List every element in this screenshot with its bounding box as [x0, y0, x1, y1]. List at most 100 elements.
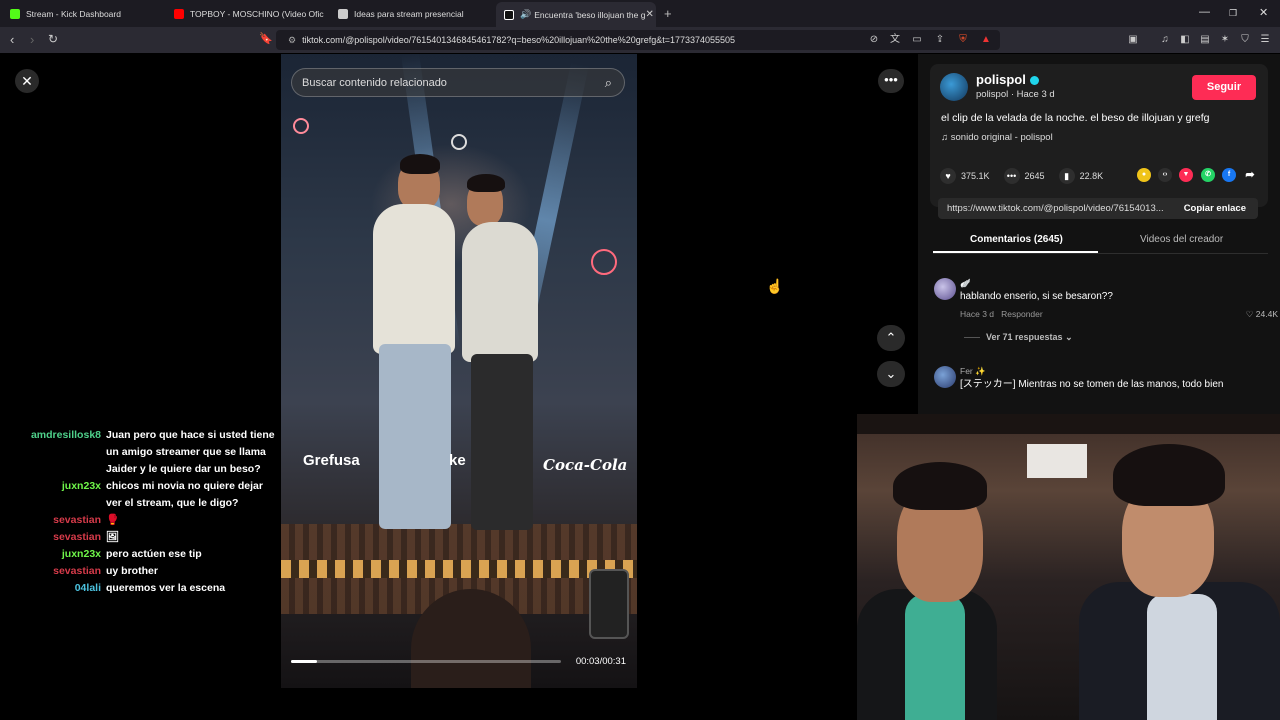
commenter-name[interactable]: Fer ✨	[960, 366, 986, 377]
search-icon[interactable]: ⌕	[605, 75, 612, 91]
creator-username-text: polispol	[976, 72, 1026, 87]
translate-icon[interactable]: 文	[889, 34, 901, 46]
next-video-button[interactable]: ⌄	[877, 361, 905, 387]
site-settings-icon[interactable]: ⚙	[288, 35, 296, 46]
close-video-button[interactable]: ✕	[15, 69, 39, 93]
creator-avatar[interactable]	[940, 73, 968, 101]
tab-comments[interactable]: Comentarios (2645)	[970, 234, 1063, 245]
reload-icon[interactable]: ↻	[48, 32, 58, 46]
tab-divider	[933, 253, 1268, 254]
comment-meta: Hace 3 d Responder	[960, 309, 1043, 319]
creator-username[interactable]: polispol	[976, 72, 1039, 87]
comment-button[interactable]: ••• 2645	[1003, 168, 1045, 184]
related-search-placeholder: Buscar contenido relacionado	[302, 76, 447, 89]
chat-username: sevastian	[53, 514, 101, 526]
commenter-avatar[interactable]	[934, 278, 956, 300]
like-count: 375.1K	[961, 171, 990, 181]
streamer-right-hair	[1113, 444, 1225, 506]
tab-title: Encuentra 'beso illojuan the g	[534, 9, 646, 20]
view-replies-button[interactable]: Ver 71 respuestas ⌄	[964, 332, 1073, 343]
new-tab-button[interactable]: +	[664, 0, 672, 27]
minimize-icon[interactable]: —	[1199, 6, 1210, 18]
sound-link[interactable]: ♫ sonido original - polispol	[941, 132, 1053, 143]
menu-icon[interactable]: ☰	[1259, 34, 1271, 46]
audience-phone	[589, 569, 629, 639]
share-tiktok-icon[interactable]: ▼	[1179, 168, 1193, 182]
more-options-button[interactable]: •••	[878, 69, 904, 93]
browser-tab-bar: Stream - Kick Dashboard TOPBOY - MOSCHIN…	[0, 0, 1280, 27]
share-facebook-icon[interactable]: f	[1222, 168, 1236, 182]
sidebar-icon[interactable]: ◧	[1179, 34, 1191, 46]
speaker-icon: 🔊	[520, 9, 532, 19]
chat-username: juxn23x	[61, 548, 101, 560]
save-button[interactable]: ▮ 22.8K	[1058, 168, 1103, 184]
video-link-text: https://www.tiktok.com/@polispol/video/7…	[947, 203, 1164, 214]
reader-mode-icon[interactable]: ▣	[1127, 34, 1139, 46]
copy-link-button[interactable]: Copiar enlace	[1184, 203, 1246, 214]
tab-creator-videos[interactable]: Videos del creador	[1140, 234, 1223, 245]
tab-kick-dashboard[interactable]: Stream - Kick Dashboard	[10, 0, 170, 27]
url-text: tiktok.com/@polispol/video/7615401346845…	[302, 35, 736, 45]
tab-youtube-video[interactable]: TOPBOY - MOSCHINO (Video Oficial)	[174, 0, 324, 27]
music-note-icon: ♫	[941, 132, 951, 143]
ceiling	[857, 414, 1280, 434]
person-shirt	[373, 204, 455, 354]
wallet-icon[interactable]: ▤	[1199, 34, 1211, 46]
media-icon[interactable]: ♫	[1159, 34, 1171, 46]
neon-circle-decoration	[293, 118, 309, 134]
like-button[interactable]: ♥ 375.1K	[940, 168, 990, 184]
streamer-right-shirt	[1147, 594, 1217, 720]
forward-icon[interactable]: ›	[30, 32, 34, 47]
commenter-avatar[interactable]	[934, 366, 956, 388]
share-arrow-icon[interactable]: ➦	[1243, 168, 1257, 182]
stage-lights	[281, 560, 637, 578]
follow-button[interactable]: Seguir	[1192, 75, 1256, 100]
chat-message: juxn23x pero actúen ese tip	[20, 546, 275, 563]
video-description: el clip de la velada de la noche. el bes…	[941, 112, 1210, 124]
view-replies-label: Ver 71 respuestas	[986, 332, 1063, 342]
stream-chat-overlay: amdresillosk8 Juan pero que hace si usted…	[20, 427, 275, 597]
comment-item: Fer ✨ [ステッカー] Mientras no se tomen de la…	[934, 366, 1264, 416]
tab-title: Stream - Kick Dashboard	[26, 8, 121, 19]
person-trousers	[471, 354, 533, 530]
restore-icon[interactable]: ❐	[1229, 8, 1237, 19]
sponsor-logo-cocacola: Coca-Cola	[543, 456, 628, 474]
comment-like-button[interactable]: ♡ 24.4K	[1246, 309, 1278, 320]
chat-message: juxn23x chicos mi novia no quiere dejar v…	[20, 478, 275, 512]
bookmark-icon[interactable]: 🔖	[259, 32, 273, 45]
back-icon[interactable]: ‹	[10, 32, 14, 47]
embed-code-icon[interactable]: ‹›	[1158, 168, 1172, 182]
comment-like-count: 24.4K	[1255, 309, 1278, 319]
heart-outline-icon: ♡	[1245, 309, 1256, 319]
chat-username: sevastian	[53, 565, 101, 577]
bookmark-icon: ▮	[1058, 168, 1075, 184]
chat-message-text: Juan pero que hace si usted tiene un ami…	[106, 429, 275, 475]
chat-message: amdresillosk8 Juan pero que hace si usted…	[20, 427, 275, 478]
chat-message: sevastian uy brother	[20, 563, 275, 580]
heart-icon: ♥	[940, 168, 956, 184]
tab-tiktok-active[interactable]: 🔊 Encuentra 'beso illojuan the g ✕	[496, 2, 656, 27]
tab-ideas[interactable]: Ideas para stream presencial	[338, 0, 488, 27]
brave-shield-icon[interactable]: ⛨	[957, 34, 969, 46]
video-progress-bar[interactable]	[291, 660, 561, 663]
tab-title: Ideas para stream presencial	[354, 8, 464, 19]
window-close-icon[interactable]: ✕	[1259, 6, 1268, 19]
chat-username: juxn23x	[61, 480, 101, 492]
share-whatsapp-icon[interactable]: ✆	[1201, 168, 1215, 182]
related-search-field[interactable]: Buscar contenido relacionado ⌕	[291, 68, 625, 97]
close-tab-icon[interactable]: ✕	[645, 9, 653, 20]
vpn-icon[interactable]: ⛉	[1239, 34, 1251, 46]
commenter-name[interactable]: 🪽	[960, 278, 971, 289]
no-tracking-icon[interactable]: ⊘	[868, 34, 880, 46]
extensions-icon[interactable]: ✶	[1219, 34, 1231, 46]
video-player[interactable]: Grefusa ke Coca-Cola Buscar contenido re…	[281, 54, 637, 688]
cast-icon[interactable]: ▭	[911, 34, 923, 46]
reply-button[interactable]: Responder	[1001, 309, 1043, 319]
chat-message: sevastian 🖼	[20, 529, 275, 546]
youtube-favicon-icon	[174, 8, 184, 19]
brave-rewards-icon[interactable]: ▲	[980, 34, 992, 46]
previous-video-button[interactable]: ⌃	[877, 325, 905, 351]
share-icon[interactable]: ⇪	[934, 34, 946, 46]
mouse-cursor-icon: ☝	[766, 278, 784, 294]
share-snapchat-icon[interactable]: ●	[1137, 168, 1151, 182]
